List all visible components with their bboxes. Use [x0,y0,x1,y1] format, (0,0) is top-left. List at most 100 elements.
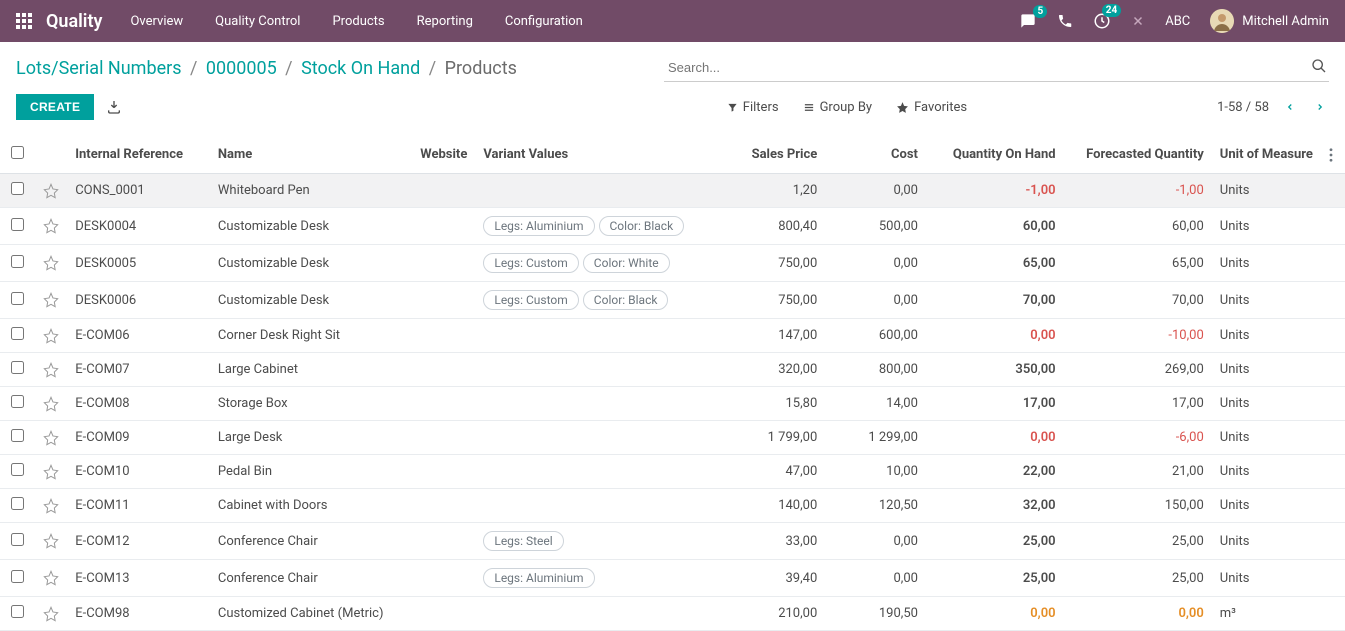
cell-ref: E-COM07 [67,353,210,387]
cell-forecast: -10,00 [1064,319,1212,353]
star-icon[interactable] [43,430,59,446]
col-forecasted-qty[interactable]: Forecasted Quantity [1064,136,1212,174]
star-icon[interactable] [43,606,59,622]
search-bar [664,54,1329,82]
col-uom[interactable]: Unit of Measure [1212,136,1321,174]
company-switcher[interactable]: ABC [1165,14,1190,29]
pager-next[interactable] [1311,100,1329,114]
cell-price: 750,00 [696,282,825,319]
star-icon[interactable] [43,255,59,271]
star-icon[interactable] [43,183,59,199]
col-website[interactable]: Website [412,136,475,174]
variant-tag: Color: White [583,253,670,273]
cell-uom: Units [1212,282,1321,319]
star-icon[interactable] [43,396,59,412]
breadcrumb-lot-number[interactable]: 0000005 [206,58,277,79]
table-row[interactable]: DESK0006 Customizable Desk Legs: CustomC… [0,282,1345,319]
variant-tag: Legs: Steel [483,531,563,551]
row-checkbox[interactable] [11,497,24,510]
cell-website [412,387,475,421]
star-icon[interactable] [43,292,59,308]
menu-overview[interactable]: Overview [130,14,183,29]
star-icon[interactable] [43,464,59,480]
cell-website [412,523,475,560]
table-row[interactable]: E-COM13 Conference Chair Legs: Aluminium… [0,560,1345,597]
select-all-checkbox[interactable] [11,146,24,159]
star-icon[interactable] [43,328,59,344]
cell-cost: 1 299,00 [825,421,926,455]
cell-website [412,455,475,489]
activities-icon[interactable]: 24 [1093,12,1111,30]
cell-price: 15,80 [696,387,825,421]
table-row[interactable]: E-COM11 Cabinet with Doors 140,00 120,50… [0,489,1345,523]
create-button[interactable]: CREATE [16,94,94,120]
col-qty-on-hand[interactable]: Quantity On Hand [926,136,1064,174]
table-row[interactable]: DESK0004 Customizable Desk Legs: Alumini… [0,208,1345,245]
row-checkbox[interactable] [11,292,24,305]
table-row[interactable]: E-COM10 Pedal Bin 47,00 10,00 22,00 21,0… [0,455,1345,489]
star-icon[interactable] [43,533,59,549]
row-checkbox[interactable] [11,327,24,340]
cell-qoh: 350,00 [926,353,1064,387]
table-row[interactable]: CONS_0001 Whiteboard Pen 1,20 0,00 -1,00… [0,174,1345,208]
groupby-button[interactable]: Group By [803,100,873,115]
cell-forecast: 0,00 [1064,597,1212,631]
messages-icon[interactable]: 5 [1019,13,1037,29]
star-icon[interactable] [43,570,59,586]
cell-qoh: 0,00 [926,319,1064,353]
download-button[interactable] [106,99,122,115]
row-checkbox[interactable] [11,533,24,546]
row-checkbox[interactable] [11,463,24,476]
cell-uom: Units [1212,489,1321,523]
table-row[interactable]: E-COM06 Corner Desk Right Sit 147,00 600… [0,319,1345,353]
table-row[interactable]: E-COM08 Storage Box 15,80 14,00 17,00 17… [0,387,1345,421]
star-icon[interactable] [43,218,59,234]
table-row[interactable]: E-COM09 Large Desk 1 799,00 1 299,00 0,0… [0,421,1345,455]
cell-qoh: -1,00 [926,174,1064,208]
apps-icon[interactable] [16,13,32,29]
top-nav: Quality Overview Quality Control Product… [0,0,1345,42]
favorites-button[interactable]: Favorites [896,100,967,115]
user-menu[interactable]: Mitchell Admin [1210,9,1329,33]
col-variant-values[interactable]: Variant Values [475,136,696,174]
search-icon[interactable] [1311,58,1327,74]
variant-tag: Legs: Aluminium [483,568,594,588]
cell-forecast: 150,00 [1064,489,1212,523]
filters-button[interactable]: Filters [727,100,779,115]
pager-prev[interactable] [1281,100,1299,114]
row-checkbox[interactable] [11,255,24,268]
row-checkbox[interactable] [11,182,24,195]
menu-reporting[interactable]: Reporting [417,14,473,29]
table-row[interactable]: E-COM98 Customized Cabinet (Metric) 210,… [0,597,1345,631]
search-input[interactable] [664,54,1329,81]
star-icon[interactable] [43,498,59,514]
cell-website [412,489,475,523]
table-row[interactable]: E-COM07 Large Cabinet 320,00 800,00 350,… [0,353,1345,387]
variant-tag: Legs: Custom [483,253,578,273]
row-checkbox[interactable] [11,218,24,231]
col-sales-price[interactable]: Sales Price [696,136,825,174]
menu-products[interactable]: Products [332,14,384,29]
row-checkbox[interactable] [11,570,24,583]
breadcrumb-lots[interactable]: Lots/Serial Numbers [16,58,182,79]
row-checkbox[interactable] [11,429,24,442]
menu-configuration[interactable]: Configuration [505,14,583,29]
menu-quality-control[interactable]: Quality Control [215,14,300,29]
row-checkbox[interactable] [11,361,24,374]
cell-name: Whiteboard Pen [210,174,412,208]
breadcrumb-stock[interactable]: Stock On Hand [301,58,420,79]
optional-columns-button[interactable] [1321,136,1345,174]
row-checkbox[interactable] [11,605,24,618]
table-row[interactable]: DESK0005 Customizable Desk Legs: CustomC… [0,245,1345,282]
col-internal-reference[interactable]: Internal Reference [67,136,210,174]
close-icon[interactable] [1131,14,1145,28]
col-cost[interactable]: Cost [825,136,926,174]
star-icon[interactable] [43,362,59,378]
row-checkbox[interactable] [11,395,24,408]
cell-ref: E-COM08 [67,387,210,421]
col-name[interactable]: Name [210,136,412,174]
cell-uom: Units [1212,455,1321,489]
phone-icon[interactable] [1057,13,1073,29]
cell-website [412,353,475,387]
table-row[interactable]: E-COM12 Conference Chair Legs: Steel 33,… [0,523,1345,560]
